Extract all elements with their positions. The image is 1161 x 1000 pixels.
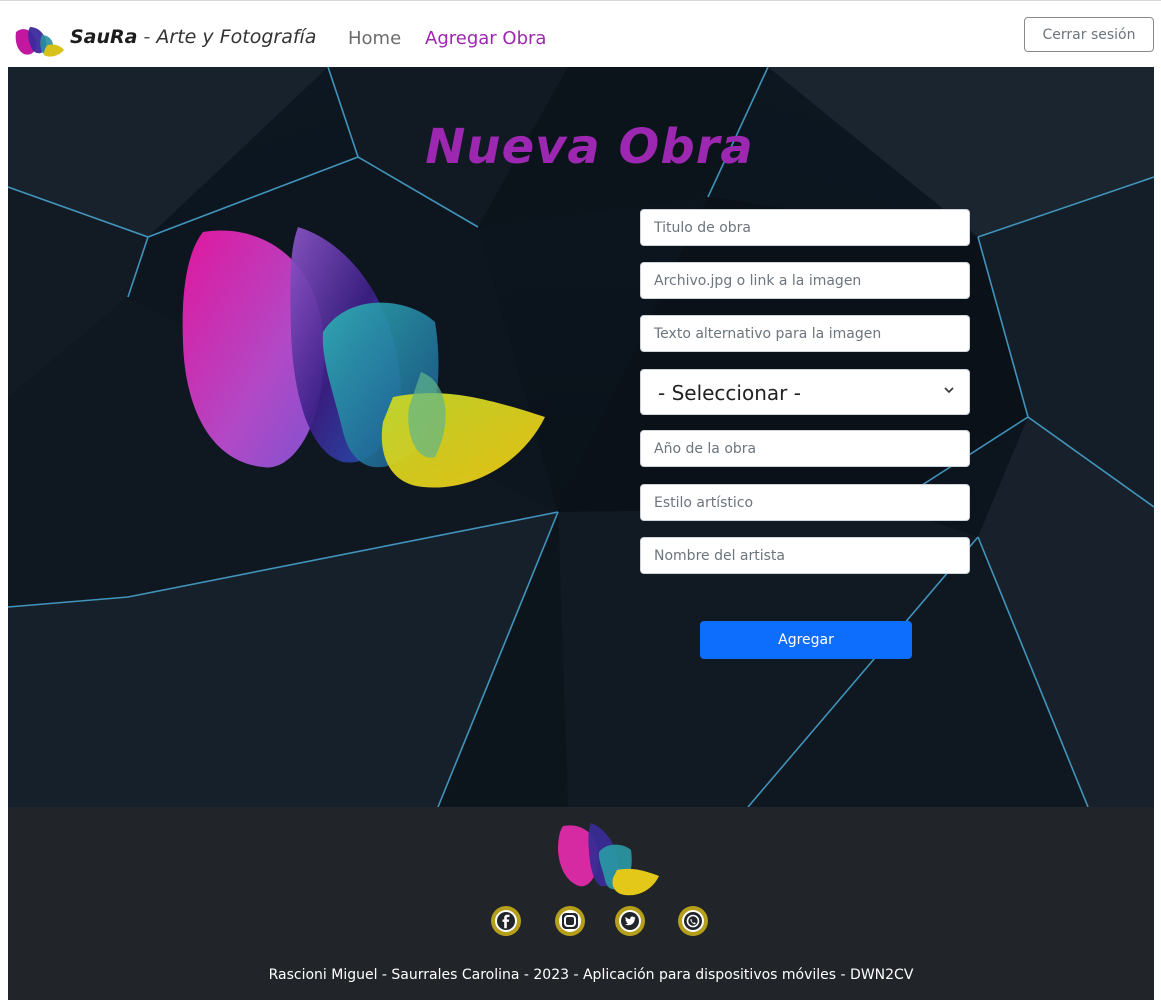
whatsapp-icon[interactable] (678, 906, 708, 936)
saura-logo-icon[interactable] (14, 23, 66, 59)
brand-tagline: Arte y Fotografía (156, 26, 317, 48)
artist-name-input[interactable] (640, 537, 970, 574)
brand-title[interactable]: SauRa - Arte y Fotografía (70, 26, 316, 48)
alt-text-input[interactable] (640, 315, 970, 352)
art-style-input[interactable] (640, 484, 970, 521)
work-title-input[interactable] (640, 209, 970, 246)
category-select-value: - Seleccionar - (658, 381, 801, 405)
add-work-button[interactable]: Agregar (700, 621, 912, 659)
nav-link-home[interactable]: Home (348, 28, 401, 49)
brand-name: SauRa (70, 26, 138, 48)
saura-large-logo-icon (182, 227, 545, 488)
top-navbar: SauRa - Arte y Fotografía Home Agregar O… (0, 0, 1161, 68)
logout-button[interactable]: Cerrar sesión (1024, 17, 1154, 52)
footer-logo-icon (558, 823, 659, 896)
footer: Rascioni Miguel - Saurrales Carolina - 2… (8, 807, 1154, 1000)
year-input[interactable] (640, 430, 970, 467)
footer-credits: Rascioni Miguel - Saurrales Carolina - 2… (268, 967, 914, 983)
facebook-icon[interactable] (491, 906, 521, 936)
image-source-input[interactable] (640, 262, 970, 299)
nav-link-add-work[interactable]: Agregar Obra (425, 28, 546, 49)
category-select[interactable]: - Seleccionar - (640, 369, 970, 415)
brand-separator: - (137, 26, 157, 48)
page-title: Nueva Obra (425, 119, 754, 175)
twitter-icon[interactable] (615, 906, 645, 936)
instagram-icon[interactable] (555, 906, 585, 936)
hero-section: Nueva Obra Titulo de obra Archivo.jpg o … (8, 67, 1154, 807)
chevron-down-icon (944, 387, 954, 394)
